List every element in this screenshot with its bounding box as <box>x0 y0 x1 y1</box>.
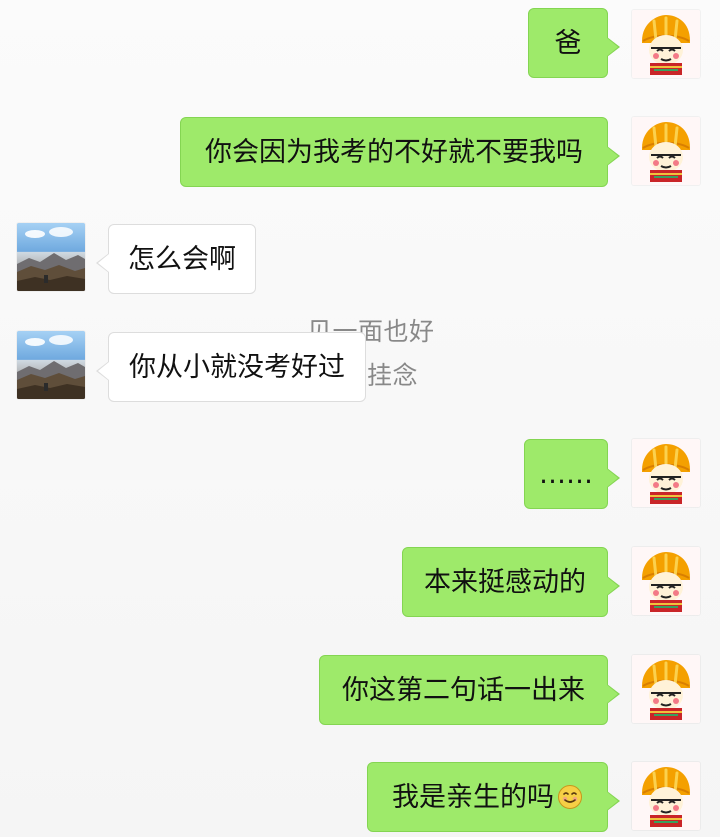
message-text: 你从小就没考好过 <box>129 351 345 383</box>
message-bubble[interactable]: 你这第二句话一出来 <box>319 655 620 725</box>
girl-avatar-icon[interactable] <box>632 439 700 507</box>
girl-avatar-icon[interactable] <box>632 10 700 78</box>
message-bubble[interactable]: 爸 <box>528 8 620 78</box>
message-text: …… <box>539 458 593 490</box>
message-text: 我是亲生的吗 <box>392 781 554 813</box>
mountain-avatar-icon[interactable] <box>17 331 85 399</box>
message-bubble[interactable]: …… <box>524 439 620 509</box>
message-text: 本来挺感动的 <box>424 566 586 598</box>
mountain-avatar-icon[interactable] <box>17 223 85 291</box>
message-bubble[interactable]: 本来挺感动的 <box>402 547 620 617</box>
message-bubble[interactable]: 你会因为我考的不好就不要我吗 <box>180 117 620 187</box>
message-text: 你这第二句话一出来 <box>342 674 585 706</box>
message-text: 你会因为我考的不好就不要我吗 <box>205 136 583 168</box>
girl-avatar-icon[interactable] <box>632 762 700 830</box>
message-text: 怎么会啊 <box>128 243 236 275</box>
girl-avatar-icon[interactable] <box>632 655 700 723</box>
girl-avatar-icon[interactable] <box>632 547 700 615</box>
message-bubble[interactable]: 我是亲生的吗 <box>367 762 620 832</box>
girl-avatar-icon[interactable] <box>632 117 700 185</box>
chat-screen: 见一面也好 挂念 爸 你会因为我考的不好就不要我吗 怎么会啊 你从小就没考好过 … <box>0 0 720 837</box>
message-content: 我是亲生的吗 <box>392 784 583 811</box>
message-text: 爸 <box>554 27 582 59</box>
message-bubble[interactable]: 你从小就没考好过 <box>96 332 366 402</box>
message-bubble[interactable]: 怎么会啊 <box>96 224 256 294</box>
background-ghost-text-2: 挂念 <box>367 361 419 390</box>
smile-emoji-icon <box>557 784 583 810</box>
